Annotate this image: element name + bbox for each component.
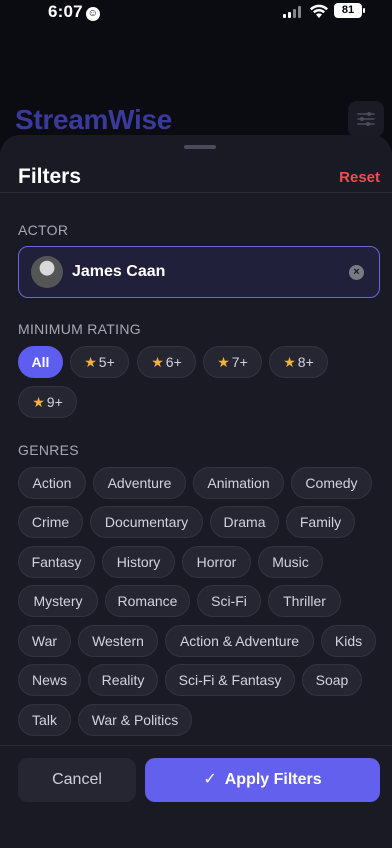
filter-toggle-button[interactable] — [348, 101, 384, 137]
genre-chip[interactable]: Comedy — [291, 467, 372, 499]
rating-chip-label: 7+ — [231, 354, 248, 370]
battery-level: 81 — [341, 4, 355, 16]
genre-chip[interactable]: Sci-Fi & Fantasy — [165, 664, 295, 696]
genre-chip[interactable]: Western — [78, 625, 158, 657]
rating-section-label: MINIMUM RATING — [18, 321, 141, 337]
genre-chip[interactable]: Mystery — [18, 585, 98, 617]
genre-chip[interactable]: Crime — [18, 506, 83, 538]
reset-button[interactable]: Reset — [339, 169, 380, 186]
wifi-icon — [310, 4, 328, 18]
genre-chip[interactable]: Drama — [210, 506, 279, 538]
genre-chip[interactable]: News — [18, 664, 81, 696]
status-bar: 6:07 ☺ 81 — [0, 0, 392, 28]
actor-name: James Caan — [72, 263, 166, 280]
time-text: 6:07 — [48, 2, 83, 21]
genre-chip[interactable]: Music — [258, 546, 323, 578]
rating-chip-all[interactable]: All — [18, 346, 63, 378]
sheet-footer: Cancel ✓ Apply Filters — [0, 745, 392, 848]
battery-icon: 81 — [334, 3, 365, 18]
rating-chip-7[interactable]: ★ 7+ — [203, 346, 262, 378]
genre-chip[interactable]: Family — [286, 506, 355, 538]
sheet-title: Filters — [18, 165, 82, 188]
genre-chip[interactable]: Talk — [18, 704, 71, 736]
genre-chip[interactable]: Documentary — [90, 506, 203, 538]
genre-chip[interactable]: Action — [18, 467, 86, 499]
cancel-button[interactable]: Cancel — [18, 758, 136, 802]
star-icon: ★ — [32, 394, 45, 410]
rating-chip-8[interactable]: ★ 8+ — [269, 346, 328, 378]
rating-chip-5[interactable]: ★ 5+ — [70, 346, 129, 378]
apply-filters-label: Apply Filters — [224, 771, 322, 788]
genre-chip[interactable]: History — [102, 546, 175, 578]
genre-chip[interactable]: Kids — [321, 625, 376, 657]
genre-chip[interactable]: Animation — [193, 467, 284, 499]
genre-chip[interactable]: Soap — [302, 664, 362, 696]
genre-chip[interactable]: Reality — [88, 664, 158, 696]
rating-chip-9[interactable]: ★ 9+ — [18, 386, 77, 418]
genre-chip[interactable]: Sci-Fi — [197, 585, 261, 617]
close-circle-icon[interactable]: × — [349, 265, 364, 280]
star-icon: ★ — [151, 354, 164, 370]
genre-chip[interactable]: War — [18, 625, 71, 657]
rating-chip-label: 9+ — [46, 394, 63, 410]
rating-chip-6[interactable]: ★ 6+ — [137, 346, 196, 378]
rating-chip-label: 8+ — [297, 354, 314, 370]
genre-chip[interactable]: Thriller — [268, 585, 341, 617]
genres-section-label: GENRES — [18, 442, 79, 458]
filters-sheet: Filters Reset ACTOR James Caan × MINIMUM… — [0, 135, 392, 848]
genre-chip[interactable]: Fantasy — [18, 546, 95, 578]
actor-section-label: ACTOR — [18, 222, 69, 238]
genre-chip[interactable]: War & Politics — [78, 704, 192, 736]
star-icon: ★ — [217, 354, 230, 370]
status-time: 6:07 ☺ — [48, 2, 100, 22]
check-icon: ✓ — [203, 771, 217, 788]
signal-icon — [283, 6, 303, 18]
genre-chip[interactable]: Horror — [182, 546, 251, 578]
rating-chip-label: 5+ — [98, 354, 115, 370]
actor-field[interactable]: James Caan × — [18, 246, 380, 298]
sheet-header: Filters Reset — [0, 135, 392, 193]
actor-avatar — [31, 256, 63, 288]
star-icon: ★ — [283, 354, 296, 370]
apply-filters-button[interactable]: ✓ Apply Filters — [145, 758, 380, 802]
rating-chip-label: All — [31, 354, 50, 370]
genre-chip[interactable]: Adventure — [93, 467, 186, 499]
rating-chip-label: 6+ — [165, 354, 182, 370]
app-title: StreamWise — [15, 104, 173, 135]
star-icon: ★ — [84, 354, 97, 370]
face-icon: ☺ — [85, 7, 100, 21]
genre-chip[interactable]: Romance — [105, 585, 190, 617]
genre-chip[interactable]: Action & Adventure — [165, 625, 314, 657]
sliders-icon — [357, 112, 375, 126]
